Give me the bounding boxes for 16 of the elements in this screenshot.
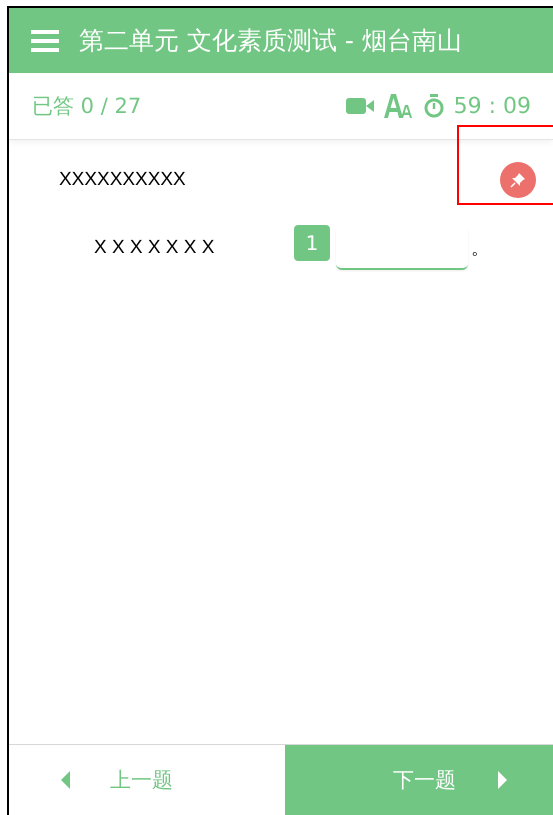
blank-number: 1 [294,225,330,261]
left-arrow-icon [61,771,70,789]
timer-text: 59 : 09 [454,94,531,118]
font-size-icon[interactable] [384,94,414,118]
video-camera-icon[interactable] [346,97,374,115]
right-arrow-icon [498,771,507,789]
answer-field[interactable] [336,226,468,270]
question-title: XXXXXXXXXX [59,169,186,191]
stopwatch-icon [424,94,444,118]
page-title: 第二单元 文化素质测试 - 烟台南山 [79,25,462,57]
menu-icon[interactable] [31,28,59,52]
pin-icon[interactable] [500,162,536,198]
sentence-end: 。 [471,237,489,260]
answered-count: 已答 0 / 27 [32,93,142,120]
next-button[interactable]: 下一题 [285,745,553,815]
question-text: X X X X X X X [94,237,216,259]
